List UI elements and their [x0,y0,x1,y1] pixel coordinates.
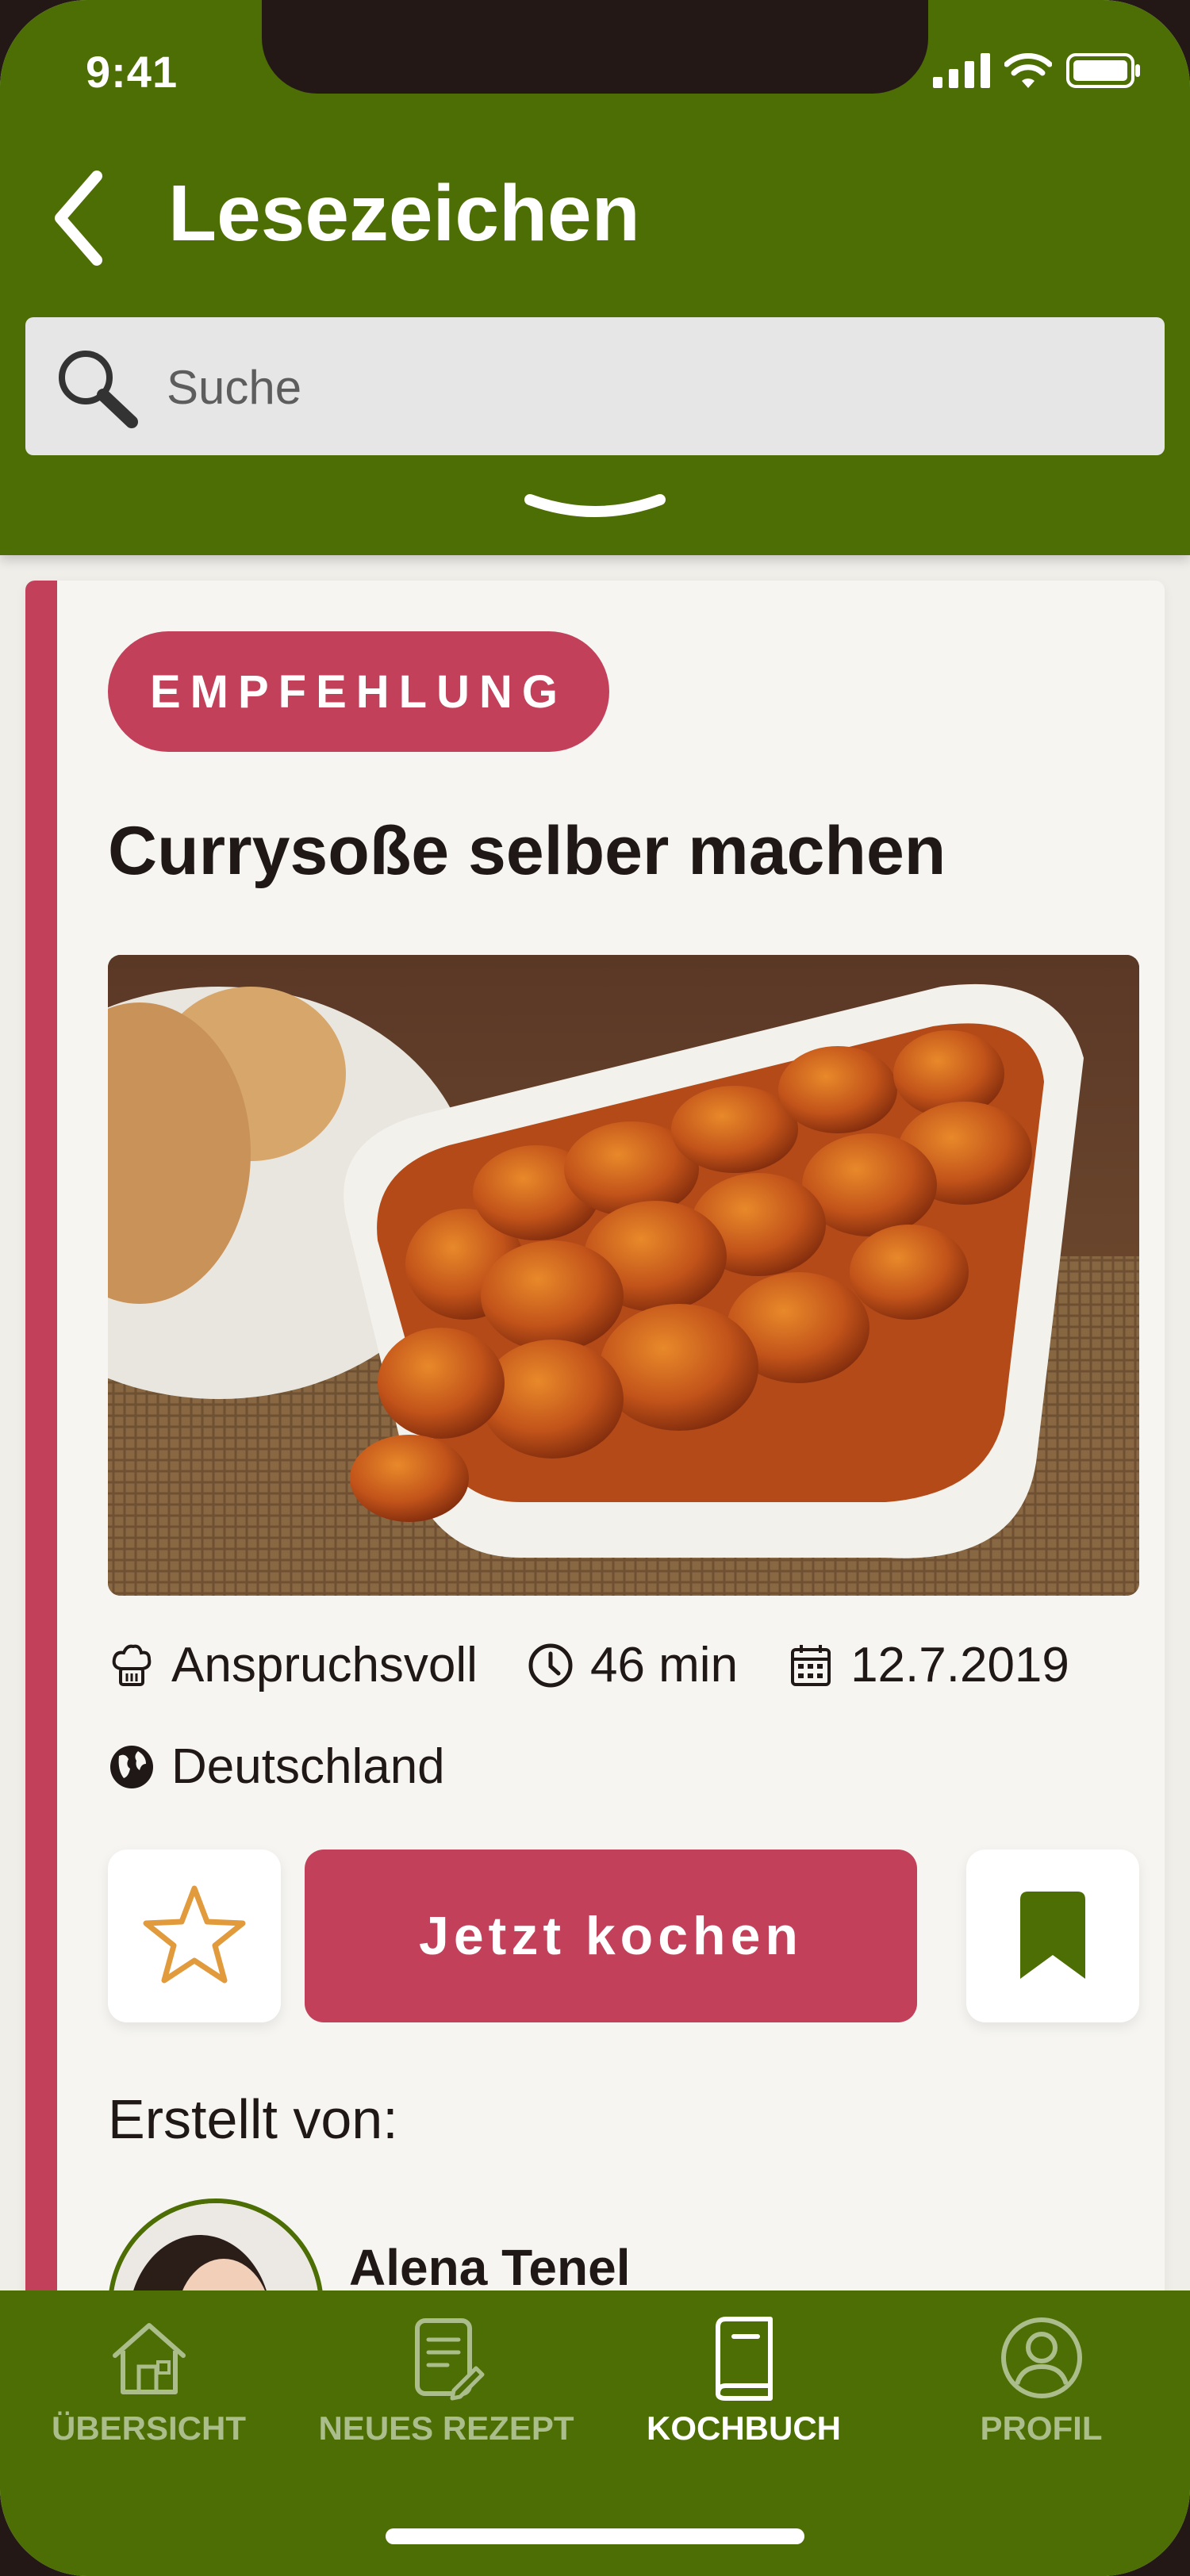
card-accent-bar [25,581,57,2405]
app-screen: 9:41 Lesezeichen Suche EMPFEHLUNG Currys… [0,0,1190,2576]
tab-uebersicht[interactable]: ÜBERSICHT [0,2290,298,2497]
book-icon [715,2317,773,2401]
recipe-meta-row: Anspruchsvoll 46 min 12.7.2019 [108,1637,1119,1693]
calendar-icon [791,1644,831,1686]
signal-icon [933,53,990,88]
globe-icon [110,1745,153,1788]
clock-icon [528,1643,573,1687]
tab-label: KOCHBUCH [647,2409,841,2447]
header: 9:41 Lesezeichen [0,0,1190,555]
recipe-card[interactable]: EMPFEHLUNG Currysoße selber machen Anspr… [25,581,1165,2405]
device-notch [262,0,928,94]
search-icon [59,351,138,428]
chef-hat-icon [112,1644,152,1686]
date-text: 12.7.2019 [850,1638,1069,1692]
favorite-button[interactable] [108,1850,281,2022]
recipe-actions: Jetzt kochen [108,1850,1139,2022]
search-bar[interactable] [25,317,1165,457]
recommendation-badge: EMPFEHLUNG [108,631,609,752]
recipe-photo[interactable] [108,955,1139,1596]
back-icon[interactable] [49,167,113,270]
recipe-title[interactable]: Currysoße selber machen [108,812,946,891]
house-icon [112,2323,186,2394]
country-meta: Deutschland [108,1738,445,1795]
star-icon [143,1885,246,1984]
chevron-down-icon[interactable] [522,489,668,527]
author-name[interactable]: Alena Tenel [349,2238,630,2297]
status-icons [933,52,1141,89]
battery-icon [1066,53,1140,88]
tab-kochbuch[interactable]: KOCHBUCH [595,2290,892,2497]
tab-label: ÜBERSICHT [51,2409,246,2447]
date-meta: 12.7.2019 [787,1637,1069,1693]
bookmark-icon [1020,1892,1085,1979]
status-time: 9:41 [86,47,178,97]
search-input[interactable] [165,317,1120,457]
home-indicator [386,2528,804,2544]
wifi-icon [1004,53,1052,88]
document-edit-icon [414,2318,484,2401]
tab-label: NEUES REZEPT [318,2409,574,2447]
user-circle-icon [1000,2317,1082,2398]
bookmark-button[interactable] [966,1850,1139,2022]
created-by-label: Erstellt von: [108,2088,398,2150]
duration-meta: 46 min [527,1637,738,1693]
tab-profil[interactable]: PROFIL [892,2290,1190,2497]
tab-neues-rezept[interactable]: NEUES REZEPT [298,2290,595,2497]
duration-text: 46 min [589,1638,739,1692]
tab-label: PROFIL [980,2409,1103,2447]
recipe-origin-row: Deutschland [108,1738,494,1795]
difficulty-meta: Anspruchsvoll [108,1637,478,1693]
page-title: Lesezeichen [168,169,640,258]
cook-now-button[interactable]: Jetzt kochen [305,1850,917,2022]
difficulty-text: Anspruchsvoll [171,1638,478,1692]
country-text: Deutschland [171,1739,445,1794]
